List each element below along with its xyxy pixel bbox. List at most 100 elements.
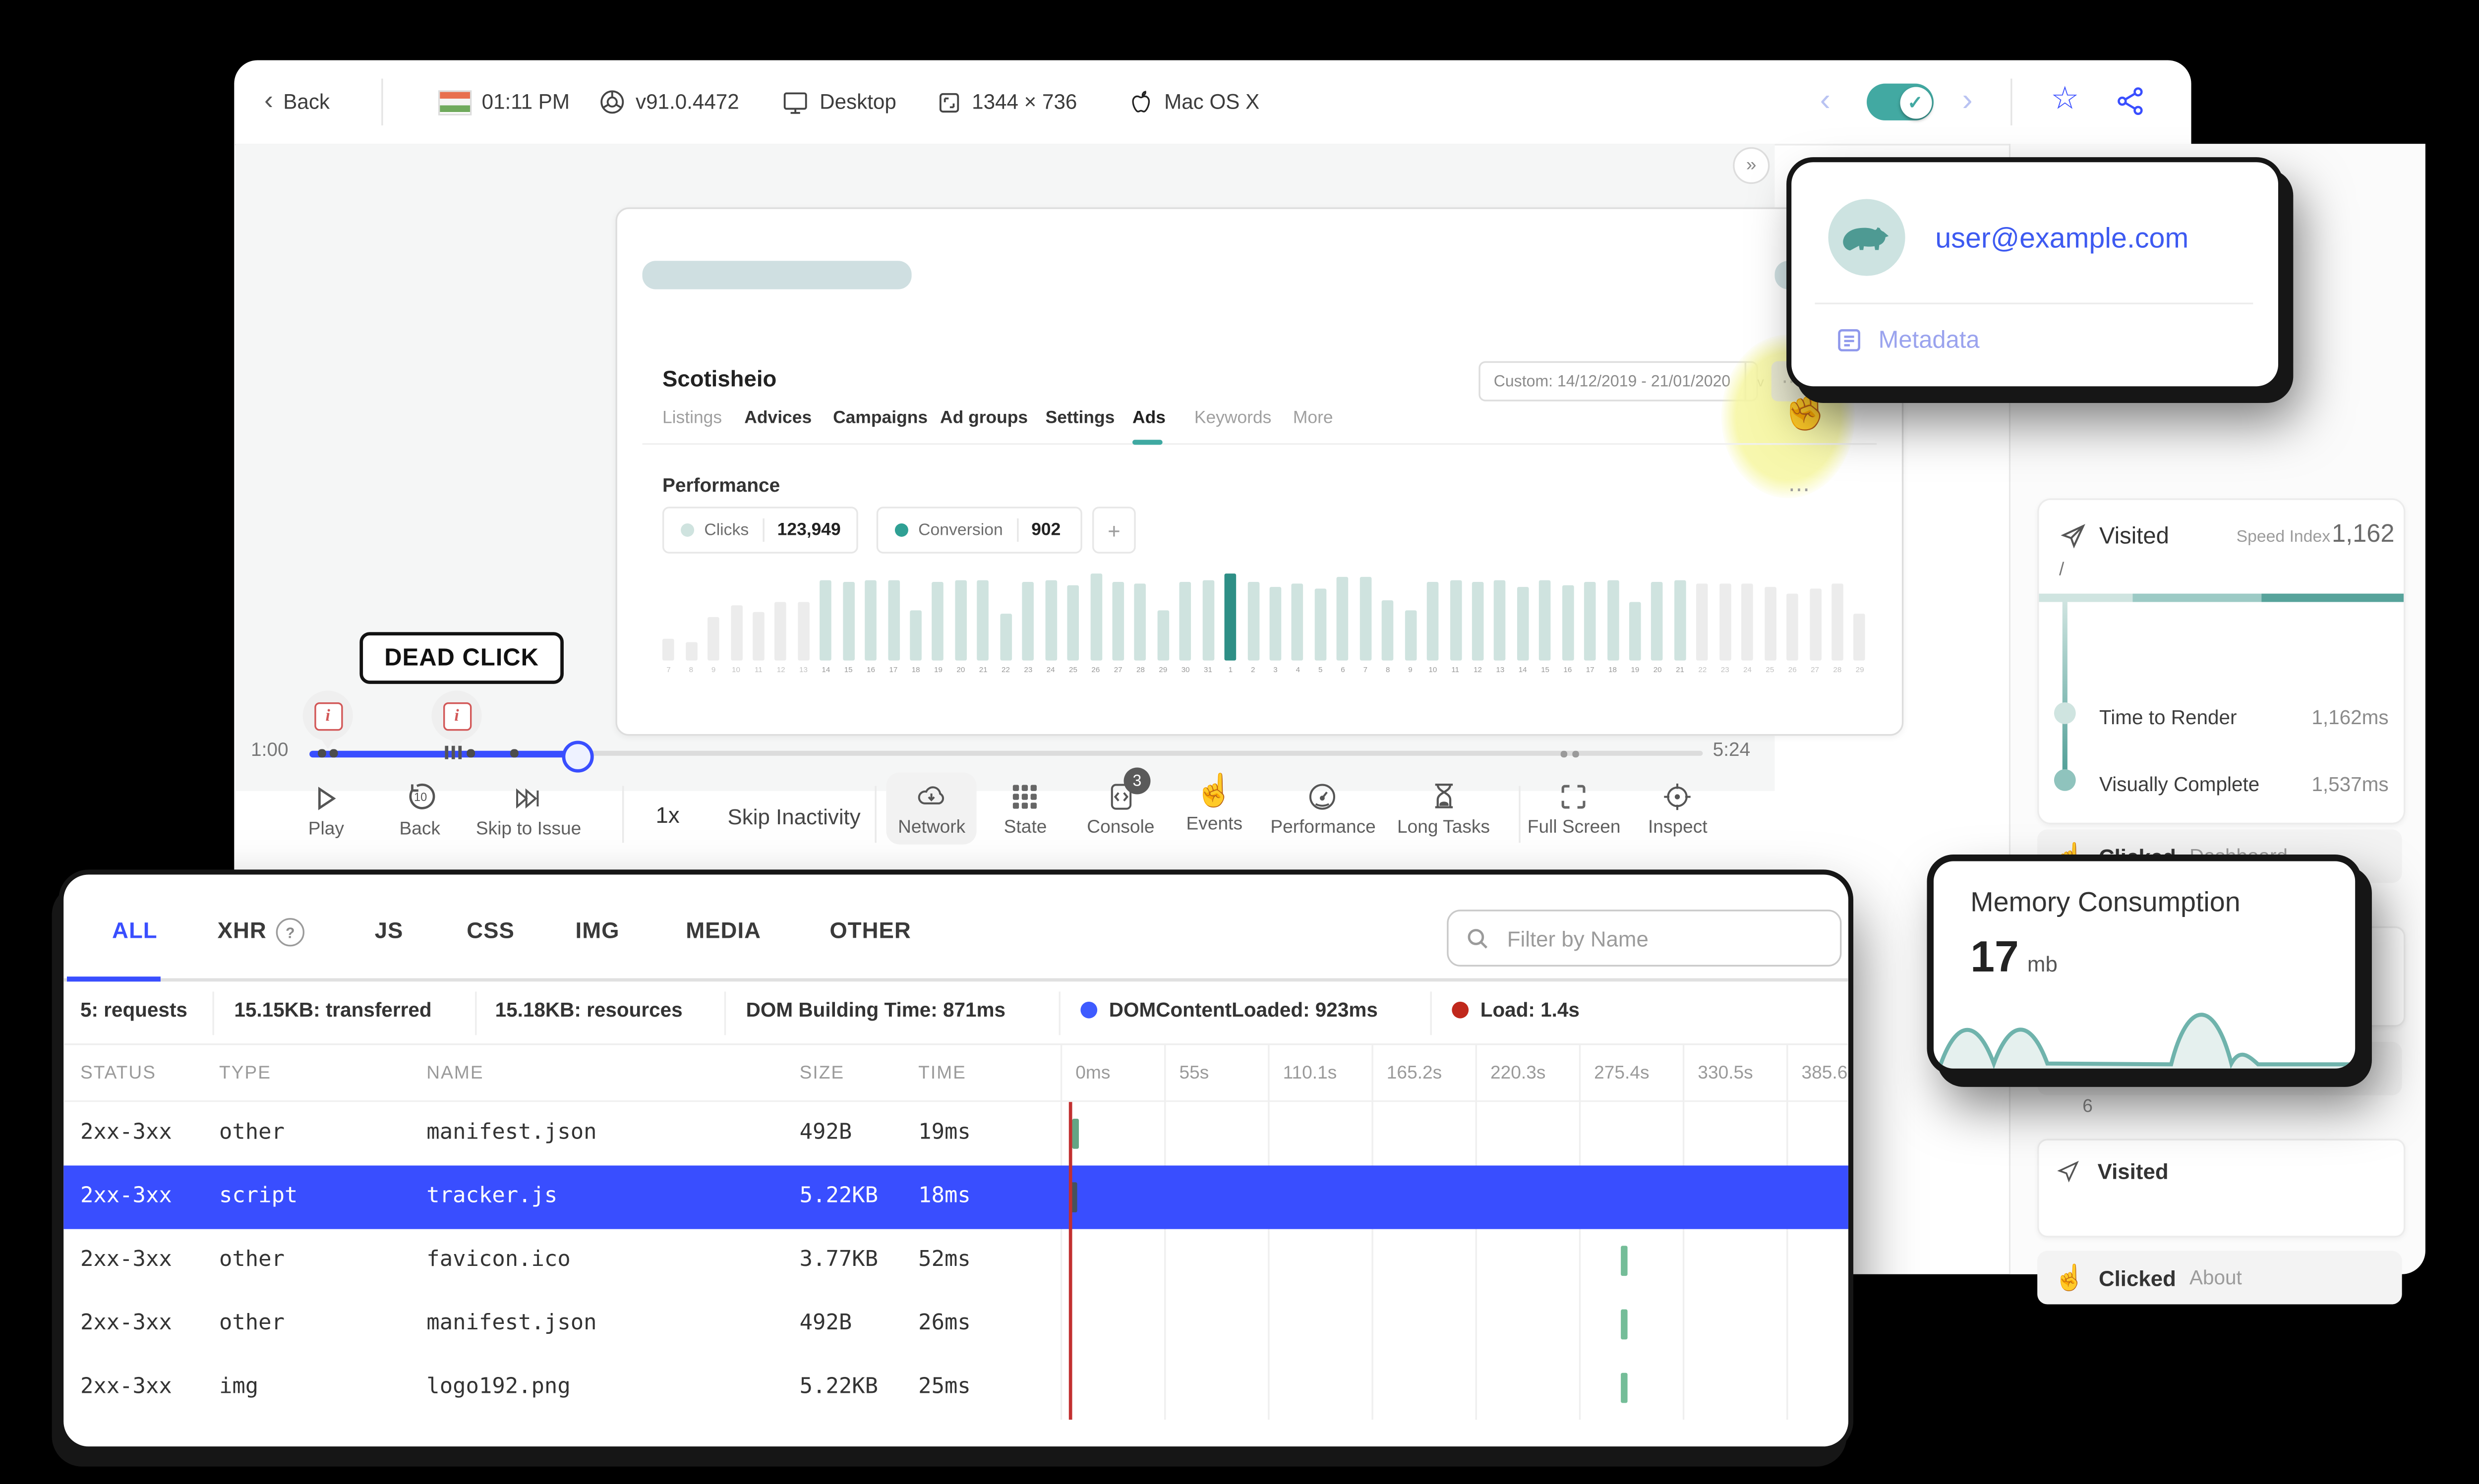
panel-button-full-screen[interactable]: Full Screen [1528,781,1621,838]
column-header-size[interactable]: SIZE [800,1064,845,1084]
network-tab-img[interactable]: IMG [576,918,620,943]
network-row[interactable]: 2xx-3xx other manifest.json 492B 26ms [63,1293,1848,1356]
back-label: Back [283,90,330,114]
state-grid-icon [1013,785,1038,809]
network-row[interactable]: 2xx-3xx img logo192.png 5.22KB 25ms [63,1356,1848,1420]
column-header-status[interactable]: STATUS [80,1064,156,1084]
panel-button-long-tasks[interactable]: Long Tasks [1397,779,1490,838]
segment-bar-2 [2132,593,2262,602]
clicked-event-row[interactable]: ☝ Clicked About [2037,1251,2402,1305]
chart-bar-column: 7 [1354,564,1376,674]
skip-inactivity-toggle[interactable]: Skip Inactivity [728,804,861,830]
panel-button-inspect[interactable]: Inspect [1648,781,1708,838]
network-row-selected[interactable]: 2xx-3xx script tracker.js 5.22KB 18ms [63,1165,1848,1229]
chart-bar-column: 31 [1197,564,1219,674]
bookmark-star-button[interactable]: ☆ [2051,82,2079,118]
chart-bar-column: 14 [1512,564,1534,674]
waterfall-tick-label: 385.6s [1801,1063,1854,1084]
network-tab-css[interactable]: CSS [467,918,515,943]
skip-to-issue-button[interactable]: Skip to Issue [476,783,581,840]
network-tab-xhr[interactable]: XHR [218,918,267,943]
mock-tab-listings[interactable]: Listings [662,408,722,428]
section-more-icon[interactable]: ⋯ [1788,477,1810,504]
filter-input[interactable] [1503,923,1795,953]
chart-bar-column: 26 [1084,564,1107,674]
metric-timeline-line [2062,602,2067,778]
issue-marker-pin[interactable]: i [431,690,482,749]
mock-tab-ads[interactable]: Ads [1132,408,1166,428]
play-button[interactable]: Play [308,783,344,840]
network-tab-other[interactable]: OTHER [829,918,911,943]
mock-tab-ad-groups[interactable]: Ad groups [940,408,1028,428]
date-range-value: Custom: 14/12/2019 - 21/01/2020 [1493,372,1731,391]
timeline-event-dot[interactable] [329,749,337,757]
help-icon[interactable]: ? [276,918,305,947]
event-target-label: About [2189,1265,2242,1290]
mock-tab-advices[interactable]: Advices [744,408,812,428]
timeline-event-dot[interactable] [467,749,474,757]
date-range-dropdown[interactable]: Custom: 14/12/2019 - 21/01/2020 v [1478,361,1764,401]
gauge-icon [1310,784,1336,810]
user-info-popup: user@example.com Metadata [1786,157,2284,392]
waterfall-tick-label: 165.2s [1386,1063,1442,1084]
panel-button-console[interactable]: Console 3 [1087,767,1154,838]
metric-chip-clicks[interactable]: Clicks 123,949 [662,507,858,554]
stat-transferred: 15.15KB: transferred [234,998,432,1022]
network-tab-media[interactable]: MEDIA [686,918,761,943]
chart-bar-column: 17 [882,564,904,674]
issue-marker-pin[interactable]: i [302,690,353,749]
network-tab-js[interactable]: JS [375,918,404,943]
playback-speed-button[interactable]: 1x [655,802,679,828]
network-row[interactable]: 2xx-3xx other favicon.ico 3.77KB 52ms [63,1229,1848,1293]
chart-bar-column: 23 [1017,564,1039,674]
divider [875,786,877,843]
mock-tab-more[interactable]: More [1293,408,1333,428]
timeline-event-dot[interactable] [510,749,518,757]
back-button[interactable]: ‹ Back [264,60,330,144]
chart-bar-column: 14 [815,564,837,674]
metric-label: Time to Render [2099,705,2237,729]
panel-button-performance[interactable]: Performance [1270,781,1376,838]
autoplay-toggle[interactable]: ✓ [1867,83,1934,120]
column-header-type[interactable]: TYPE [219,1064,271,1084]
timeline-event-dot[interactable] [1560,750,1567,757]
network-tab-all[interactable]: ALL [112,918,158,943]
panel-button-events[interactable]: ☝ Events [1186,775,1242,835]
panel-button-state[interactable]: State [1004,781,1047,838]
mock-tab-keywords[interactable]: Keywords [1194,408,1272,428]
prev-session-button[interactable]: ‹ [1820,84,1830,118]
network-row[interactable]: 2xx-3xx other manifest.json 492B 19ms [63,1102,1848,1165]
column-header-name[interactable]: NAME [426,1064,483,1084]
back-10s-button[interactable]: 10 Back [400,779,440,840]
metadata-link[interactable]: Metadata [1835,326,1980,354]
speed-index-value: 1,162 [2331,520,2395,549]
timeline-event-dot[interactable] [318,749,326,757]
chrome-icon [600,90,624,114]
mock-tab-settings[interactable]: Settings [1046,408,1115,428]
fullscreen-icon [1562,785,1586,809]
next-session-button[interactable]: › [1962,84,1972,118]
timeline-scrubber[interactable] [562,741,594,773]
chart-bar-column: 2 [1242,564,1264,674]
resolution-label: 1344 × 736 [972,90,1077,114]
segment-bar-3 [2261,593,2404,602]
timeline-event-dot[interactable] [1572,750,1579,757]
share-button[interactable] [2114,85,2146,125]
metric-chip-conversion[interactable]: Conversion 902 [876,507,1082,554]
visited-path: / [2059,560,2065,580]
waterfall-bar [1621,1246,1628,1276]
visited-event-card[interactable]: Visited [2037,1139,2406,1238]
dead-click-tooltip: DEAD CLICK [359,632,564,684]
add-metric-button[interactable]: + [1092,507,1136,554]
waterfall-tick-label: 220.3s [1490,1063,1546,1084]
column-header-time[interactable]: TIME [918,1064,966,1084]
chart-bar-column: 18 [1601,564,1624,674]
memory-title: Memory Consumption [1970,888,2241,918]
collapse-panel-button[interactable]: » [1733,147,1770,184]
hourglass-icon [1434,783,1453,808]
mock-tab-campaigns[interactable]: Campaigns [833,408,928,428]
panel-button-network[interactable]: Network [886,772,977,845]
skeleton-bar [642,261,912,289]
filter-box [1447,910,1842,967]
visited-event-card[interactable]: Visited Speed Index 1,162 / Time to Rend… [2037,498,2406,861]
